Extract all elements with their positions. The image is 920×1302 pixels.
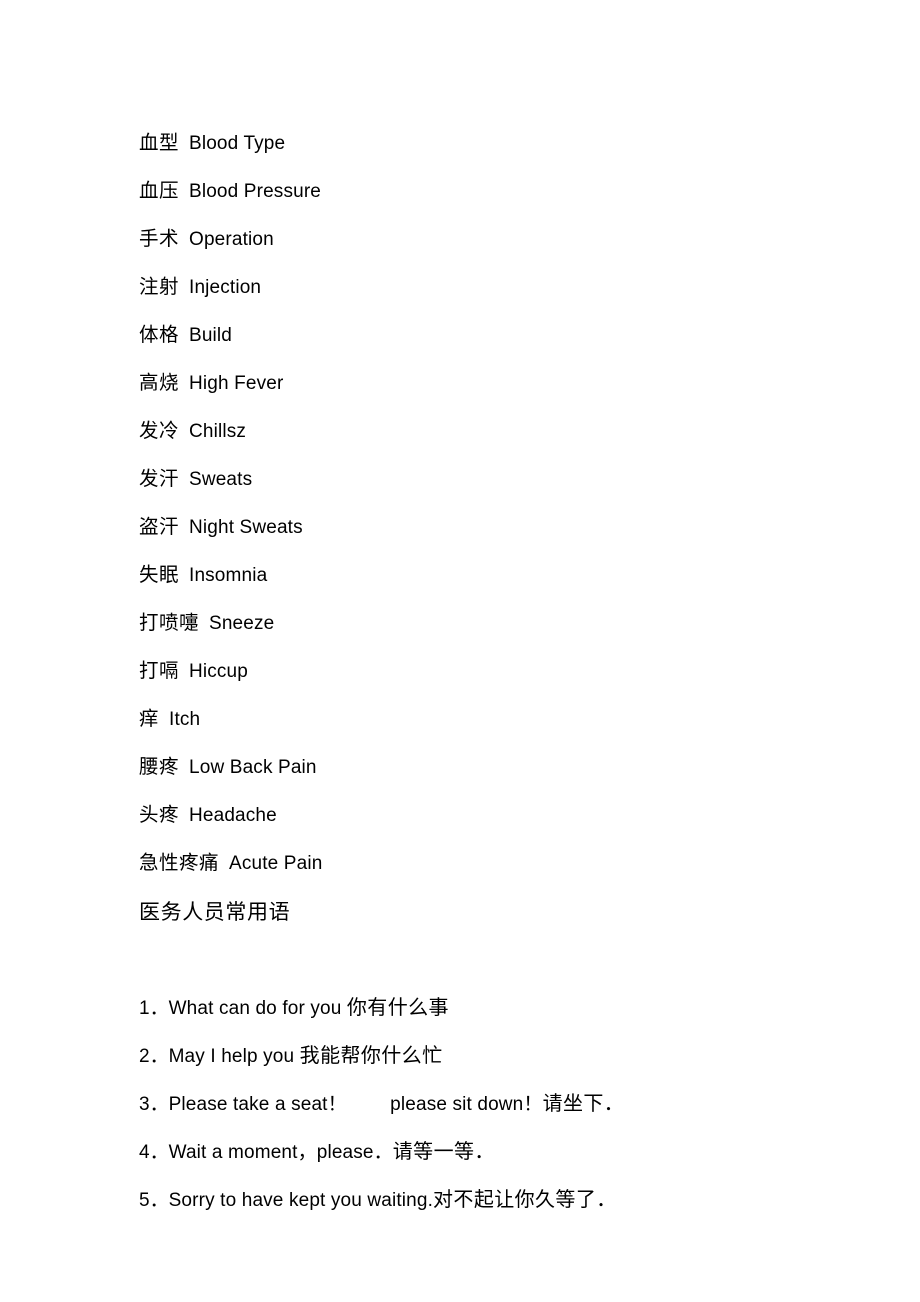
glossary-entry: 体格 Build	[139, 312, 879, 360]
glossary-term-chinese: 发汗	[139, 469, 180, 490]
phrase-number: 3．	[139, 1094, 169, 1115]
document-page: 血型 Blood Type 血压 Blood Pressure 手术 Operatio…	[0, 0, 920, 1302]
glossary-term-chinese: 注射	[139, 277, 180, 298]
phrase-chinese: 我能帮你什么忙	[299, 1045, 443, 1067]
glossary-term-english: Sweats	[189, 469, 253, 490]
phrase-number: 1．	[139, 998, 169, 1019]
phrase-english: Please take a seat！ please sit down！	[168, 1094, 543, 1115]
glossary-term-english: Build	[189, 325, 233, 346]
glossary-term-english: Acute Pain	[229, 853, 323, 874]
glossary-entry: 注射 Injection	[139, 264, 879, 312]
phrase-english: May I help you	[168, 1046, 300, 1067]
glossary-term-chinese: 血型	[139, 133, 180, 154]
glossary-term-chinese: 腰疼	[139, 757, 180, 778]
glossary-term-english: Blood Type	[189, 133, 286, 154]
glossary-entry: 血型 Blood Type	[139, 120, 879, 168]
glossary-term-english: Operation	[189, 229, 274, 250]
glossary-term-chinese: 盗汗	[139, 517, 180, 538]
glossary-term-chinese: 高烧	[139, 373, 180, 394]
document-body: 血型 Blood Type 血压 Blood Pressure 手术 Operatio…	[139, 120, 879, 1211]
glossary-term-english: Sneeze	[209, 613, 275, 634]
glossary-term-chinese: 打喷嚏	[139, 613, 200, 634]
phrase-english: Wait a moment，please．	[168, 1142, 393, 1163]
glossary-entry: 急性疼痛 Acute Pain	[139, 840, 879, 888]
phrase-item: 1．What can do for you 你有什么事	[139, 936, 879, 1019]
phrase-english: Sorry to have kept you waiting.	[168, 1190, 434, 1211]
phrase-chinese: 请坐下．	[542, 1093, 625, 1115]
common-phrases-list: 1．What can do for you 你有什么事 2．May I help…	[139, 936, 879, 1211]
phrase-chinese: 你有什么事	[346, 997, 449, 1019]
glossary-entry: 头疼 Headache	[139, 792, 879, 840]
phrase-chinese: 请等一等．	[392, 1141, 495, 1163]
glossary-term-english: Hiccup	[189, 661, 248, 682]
section-heading: 医务人员常用语	[139, 900, 291, 924]
glossary-term-english: Insomnia	[189, 565, 268, 586]
glossary-term-chinese: 头疼	[139, 805, 180, 826]
glossary-entry: 盗汗 Night Sweats	[139, 504, 879, 552]
glossary-term-english: Blood Pressure	[189, 181, 322, 202]
phrase-number: 2．	[139, 1046, 169, 1067]
glossary-term-english: Headache	[189, 805, 277, 826]
glossary-term-chinese: 发冷	[139, 421, 180, 442]
glossary-term-chinese: 血压	[139, 181, 180, 202]
glossary-entry: 打嗝 Hiccup	[139, 648, 879, 696]
glossary-term-chinese: 急性疼痛	[139, 853, 220, 874]
glossary-term-english: High Fever	[189, 373, 284, 394]
phrase-chinese: 对不起让你久等了．	[433, 1189, 617, 1211]
glossary-entry: 腰疼 Low Back Pain	[139, 744, 879, 792]
phrase-english: What can do for you	[168, 998, 347, 1019]
glossary-term-chinese: 失眠	[139, 565, 180, 586]
glossary-entry: 高烧 High Fever	[139, 360, 879, 408]
glossary-term-english: Chillsz	[189, 421, 247, 442]
glossary-term-english: Itch	[169, 709, 201, 730]
glossary-entry: 血压 Blood Pressure	[139, 168, 879, 216]
phrase-number: 5．	[139, 1190, 169, 1211]
glossary-term-chinese: 手术	[139, 229, 180, 250]
medical-glossary-list: 血型 Blood Type 血压 Blood Pressure 手术 Operatio…	[139, 120, 879, 888]
glossary-entry: 痒 Itch	[139, 696, 879, 744]
glossary-term-chinese: 痒	[139, 709, 160, 730]
glossary-entry: 打喷嚏 Sneeze	[139, 600, 879, 648]
glossary-term-chinese: 打嗝	[139, 661, 180, 682]
phrase-number: 4．	[139, 1142, 169, 1163]
glossary-term-english: Injection	[189, 277, 262, 298]
glossary-entry: 失眠 Insomnia	[139, 552, 879, 600]
glossary-entry: 发冷 Chillsz	[139, 408, 879, 456]
glossary-term-english: Low Back Pain	[189, 757, 317, 778]
glossary-term-chinese: 体格	[139, 325, 180, 346]
glossary-entry: 手术 Operation	[139, 216, 879, 264]
glossary-term-english: Night Sweats	[189, 517, 303, 538]
glossary-entry: 发汗 Sweats	[139, 456, 879, 504]
